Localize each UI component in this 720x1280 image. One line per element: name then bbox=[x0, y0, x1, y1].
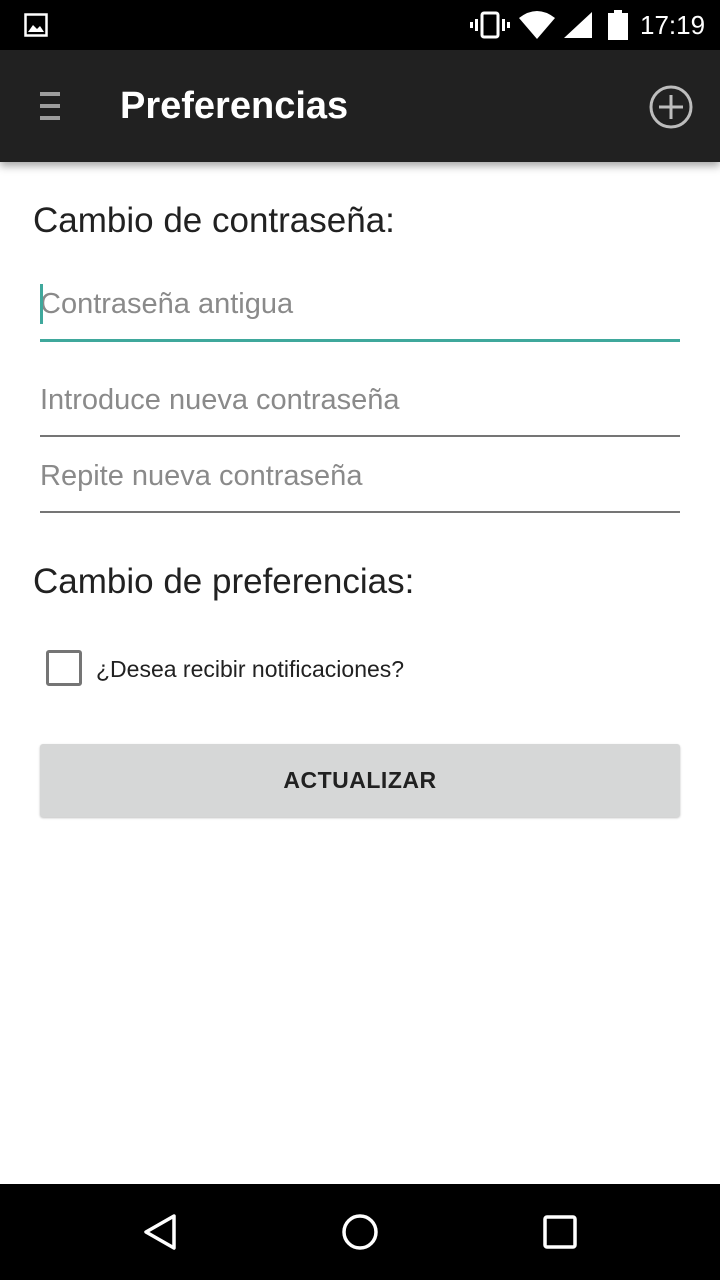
text-cursor bbox=[40, 284, 43, 324]
battery-icon bbox=[608, 10, 628, 40]
preferences-section-title: Cambio de preferencias: bbox=[33, 562, 415, 601]
menu-icon[interactable] bbox=[38, 90, 62, 122]
old-password-field[interactable] bbox=[40, 276, 680, 332]
signal-icon bbox=[564, 12, 592, 38]
update-button[interactable]: ACTUALIZAR bbox=[40, 744, 680, 817]
notifications-checkbox[interactable] bbox=[46, 650, 82, 686]
new-password-field[interactable] bbox=[40, 372, 680, 428]
action-bar: Preferencias bbox=[0, 50, 720, 162]
old-password-underline bbox=[40, 339, 680, 342]
status-bar: 17:19 bbox=[0, 0, 720, 50]
repeat-password-field[interactable] bbox=[40, 448, 680, 504]
image-notification-icon bbox=[24, 13, 48, 37]
new-password-field-container bbox=[40, 372, 680, 437]
old-password-field-container bbox=[40, 276, 680, 342]
page-title: Preferencias bbox=[120, 85, 349, 127]
password-section-title: Cambio de contraseña: bbox=[33, 201, 395, 240]
recents-icon[interactable] bbox=[542, 1214, 578, 1250]
add-circle-icon[interactable] bbox=[648, 84, 694, 130]
back-icon[interactable] bbox=[140, 1212, 180, 1252]
notifications-label: ¿Desea recibir notificaciones? bbox=[96, 656, 405, 682]
status-time: 17:19 bbox=[640, 10, 706, 40]
vibrate-icon bbox=[470, 11, 510, 39]
new-password-underline bbox=[40, 435, 680, 437]
navigation-bar bbox=[0, 1184, 720, 1280]
wifi-icon bbox=[519, 11, 555, 39]
home-icon[interactable] bbox=[340, 1212, 380, 1252]
repeat-password-field-container bbox=[40, 448, 680, 513]
repeat-password-underline bbox=[40, 511, 680, 513]
